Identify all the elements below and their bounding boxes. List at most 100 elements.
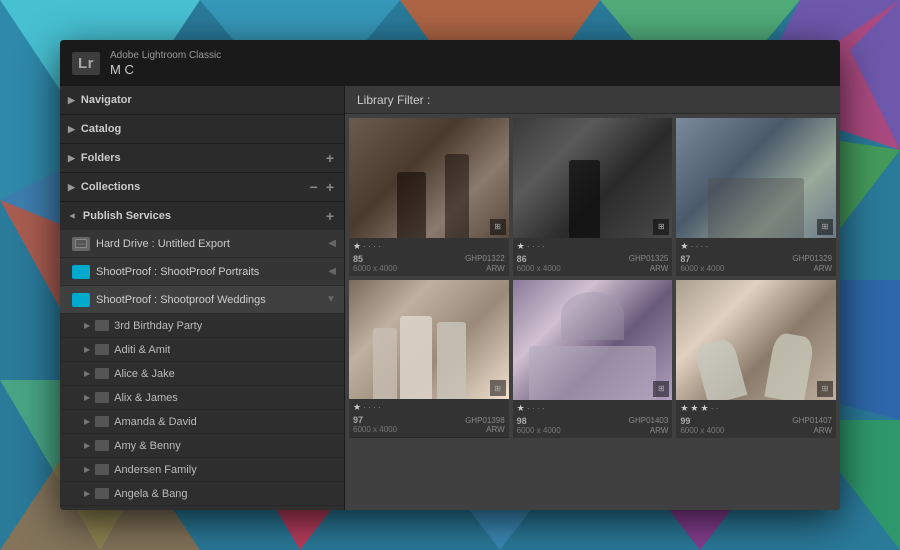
collections-label: Collections — [81, 181, 140, 193]
folders-add-button[interactable]: + — [324, 151, 336, 165]
publish-item-hard-drive[interactable]: Hard Drive : Untitled Export ◀ — [60, 230, 344, 258]
shootproof-weddings-icon — [72, 293, 90, 307]
tree-item-alice-jake[interactable]: ▶ Alice & Jake — [60, 362, 344, 386]
tree-icon-3rd-birthday — [95, 320, 109, 331]
photo-dims-photo-2: 6000 x 4000 — [517, 264, 561, 273]
right-panel: Library Filter : ⊞ ★···· 85 GHP01322 600… — [345, 86, 840, 510]
photo-number-photo-1: 85 — [353, 254, 363, 264]
star-4: · — [716, 403, 719, 414]
photo-thumb-inner-photo-4: ⊞ — [349, 280, 509, 400]
photo-info-row-photo-2: 86 GHP01325 — [517, 254, 669, 264]
photo-badge-photo-6: ⊞ — [817, 381, 833, 397]
tree-arrow-alice-jake: ▶ — [84, 369, 90, 378]
sidebar-section-folders: ▶ Folders + — [60, 144, 344, 173]
tree-item-amanda-david[interactable]: ▶ Amanda & David — [60, 410, 344, 434]
tree-label-alix-james: Alix & James — [114, 392, 178, 404]
collections-actions: − + — [308, 180, 336, 194]
catalog-header[interactable]: ▶ Catalog — [60, 115, 344, 143]
photo-filename-photo-6: GHP01407 — [792, 416, 832, 425]
tree-item-alix-james[interactable]: ▶ Alix & James — [60, 386, 344, 410]
photo-number-photo-3: 87 — [680, 254, 690, 264]
photo-cell-photo-3[interactable]: ⊞ ★···· 87 GHP01329 6000 x 4000 ARW — [676, 118, 836, 276]
sidebar-section-publish: ▼ Publish Services + Hard Drive : Untitl… — [60, 202, 344, 510]
catalog-label: Catalog — [81, 123, 121, 135]
photo-badge-photo-5: ⊞ — [653, 381, 669, 397]
photo-meta-photo-5: ★···· 98 GHP01403 6000 x 4000 ARW — [513, 400, 673, 438]
collections-header[interactable]: ▶ Collections − + — [60, 173, 344, 201]
star-3: · — [700, 241, 703, 252]
catalog-arrow: ▶ — [68, 124, 75, 135]
navigator-header[interactable]: ▶ Navigator — [60, 86, 344, 114]
star-3: · — [373, 241, 376, 252]
tree-label-andersen-family: Andersen Family — [114, 464, 197, 476]
tree-item-angela-bang[interactable]: ▶ Angela & Bang — [60, 482, 344, 506]
photo-thumb-photo-3: ⊞ — [676, 118, 836, 238]
publish-item-shootproof-portraits[interactable]: ShootProof : ShootProof Portraits ◀ — [60, 258, 344, 286]
tree-icon-amanda-david — [95, 416, 109, 427]
star-0: ★ — [517, 241, 525, 252]
photo-type-photo-4: ARW — [486, 425, 505, 434]
star-3: · — [373, 402, 376, 413]
photo-cell-photo-2[interactable]: ⊞ ★···· 86 GHP01325 6000 x 4000 ARW — [513, 118, 673, 276]
tree-item-aditi-amit[interactable]: ▶ Aditi & Amit — [60, 338, 344, 362]
photo-thumb-photo-1: ⊞ — [349, 118, 509, 238]
photo-dims-row-photo-4: 6000 x 4000 ARW — [353, 425, 505, 434]
photo-cell-photo-4[interactable]: ⊞ ★···· 97 GHP01398 6000 x 4000 ARW — [349, 280, 509, 438]
photo-dims-photo-3: 6000 x 4000 — [680, 264, 724, 273]
photo-dims-row-photo-3: 6000 x 4000 ARW — [680, 264, 832, 273]
tree-label-alice-jake: Alice & Jake — [114, 368, 175, 380]
tree-item-3rd-birthday[interactable]: ▶ 3rd Birthday Party — [60, 314, 344, 338]
photo-meta-photo-6: ★★★·· 99 GHP01407 6000 x 4000 ARW — [676, 400, 836, 438]
tree-label-amy-benny: Amy & Benny — [114, 440, 181, 452]
collections-arrow: ▶ — [68, 182, 75, 193]
photo-filename-photo-4: GHP01398 — [465, 416, 505, 425]
hard-drive-icon — [72, 237, 90, 251]
filter-label: Library Filter : — [357, 93, 430, 107]
star-3: · — [711, 403, 714, 414]
photo-meta-photo-4: ★···· 97 GHP01398 6000 x 4000 ARW — [349, 399, 509, 437]
photo-stars-photo-1: ★···· — [353, 241, 505, 252]
shootproof-portraits-label: ShootProof : ShootProof Portraits — [96, 266, 324, 278]
sidebar: ▶ Navigator ▶ Catalog ▶ Folders + — [60, 86, 345, 510]
tree-icon-alix-james — [95, 392, 109, 403]
publish-header[interactable]: ▼ Publish Services + — [60, 202, 344, 230]
photo-type-photo-5: ARW — [650, 426, 669, 435]
tree-arrow-aditi-amit: ▶ — [84, 345, 90, 354]
navigator-label: Navigator — [81, 94, 132, 106]
publish-add-button[interactable]: + — [324, 209, 336, 223]
app-window: Lr Adobe Lightroom Classic M C ▶ Navigat… — [60, 40, 840, 510]
photo-thumb-inner-photo-1: ⊞ — [349, 118, 509, 238]
publish-arrow: ▼ — [67, 212, 77, 221]
collections-remove-button[interactable]: − — [308, 180, 320, 194]
photo-thumb-inner-photo-5: ⊞ — [513, 280, 673, 400]
folders-header[interactable]: ▶ Folders + — [60, 144, 344, 172]
photo-dims-row-photo-2: 6000 x 4000 ARW — [517, 264, 669, 273]
photo-cell-photo-6[interactable]: ⊞ ★★★·· 99 GHP01407 6000 x 4000 ARW — [676, 280, 836, 438]
star-0: ★ — [680, 241, 688, 252]
photo-stars-photo-2: ★···· — [517, 241, 669, 252]
photo-number-photo-6: 99 — [680, 416, 690, 426]
star-4: · — [378, 402, 381, 413]
photo-thumb-photo-5: ⊞ — [513, 280, 673, 400]
tree-arrow-angela-bang: ▶ — [84, 489, 90, 498]
photo-cell-photo-1[interactable]: ⊞ ★···· 85 GHP01322 6000 x 4000 ARW — [349, 118, 509, 276]
star-1: · — [363, 241, 366, 252]
publish-item-shootproof-weddings[interactable]: ShootProof : Shootproof Weddings ▼ — [60, 286, 344, 314]
tree-item-andersen-family[interactable]: ▶ Andersen Family — [60, 458, 344, 482]
photo-stars-photo-6: ★★★·· — [680, 403, 832, 414]
photo-filename-photo-1: GHP01322 — [465, 254, 505, 263]
photo-info-row-photo-6: 99 GHP01407 — [680, 416, 832, 426]
tree-item-angela-daniel[interactable]: ▶ Angela & Daniel — [60, 506, 344, 510]
shootproof-portraits-icon — [72, 265, 90, 279]
title-text: Adobe Lightroom Classic M C — [110, 49, 221, 77]
photo-meta-photo-2: ★···· 86 GHP01325 6000 x 4000 ARW — [513, 238, 673, 276]
photo-thumb-photo-4: ⊞ — [349, 280, 509, 400]
photo-cell-photo-5[interactable]: ⊞ ★···· 98 GHP01403 6000 x 4000 ARW — [513, 280, 673, 438]
photo-thumb-inner-photo-2: ⊞ — [513, 118, 673, 238]
star-0: ★ — [353, 402, 361, 413]
collections-add-button[interactable]: + — [324, 180, 336, 194]
photo-badge-photo-4: ⊞ — [490, 380, 506, 396]
tree-item-amy-benny[interactable]: ▶ Amy & Benny — [60, 434, 344, 458]
photo-info-row-photo-1: 85 GHP01322 — [353, 254, 505, 264]
publish-label: Publish Services — [83, 210, 171, 222]
